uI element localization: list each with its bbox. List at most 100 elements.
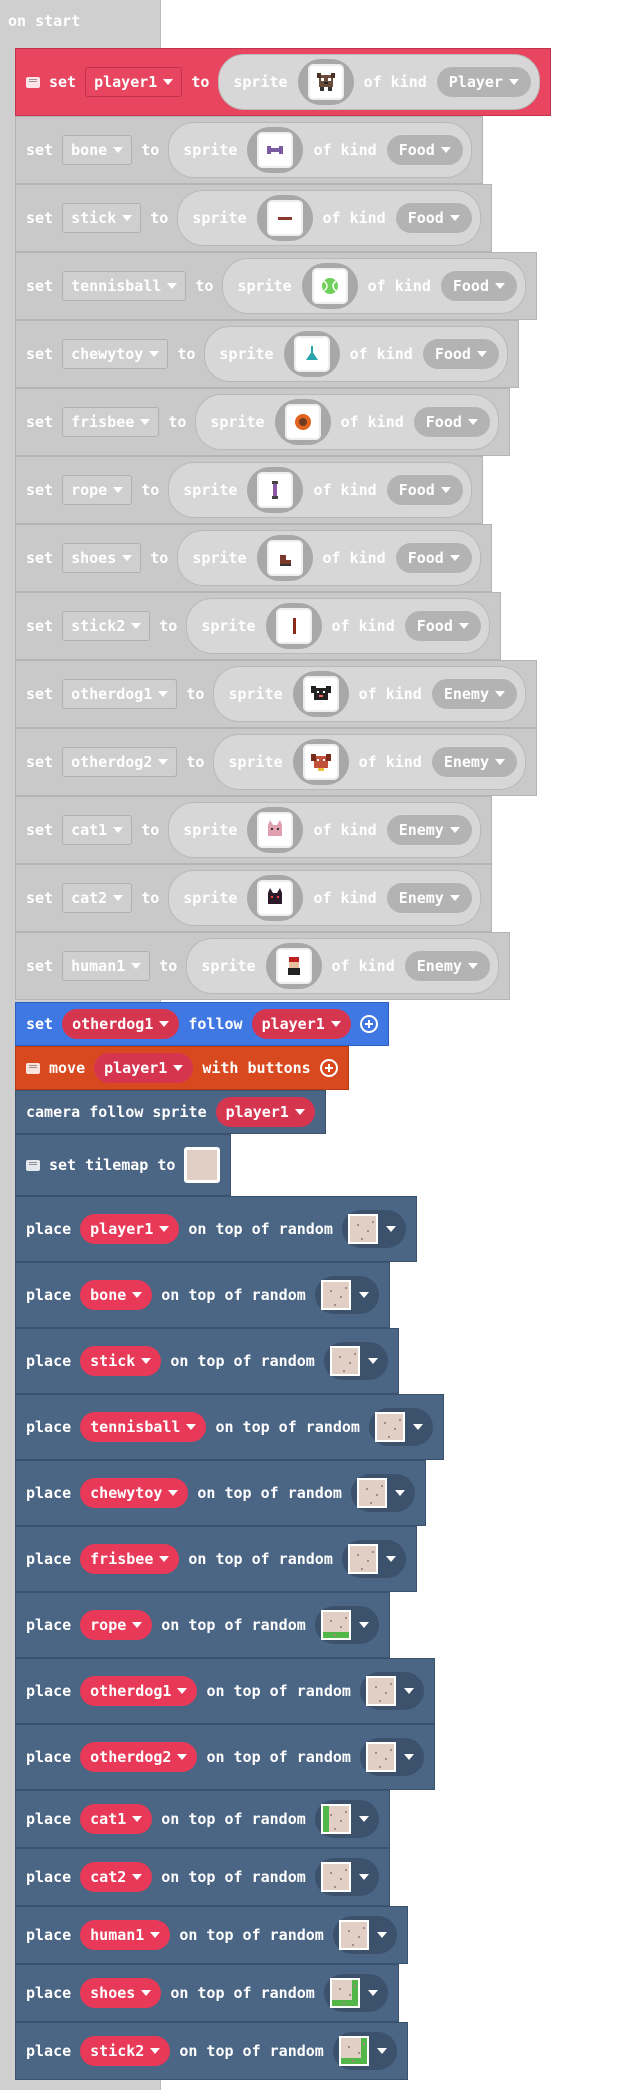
sprite-of-kind-pill[interactable]: sprite of kind Enemy <box>213 734 526 790</box>
comment-icon[interactable] <box>26 1159 40 1171</box>
variable-dropdown[interactable]: otherdog1 <box>62 1009 180 1039</box>
kind-dropdown[interactable]: Food <box>404 611 481 641</box>
place-block-stick[interactable]: place stick on top of random <box>15 1328 399 1394</box>
kind-dropdown[interactable]: Food <box>395 203 472 233</box>
place-block-chewytoy[interactable]: place chewytoy on top of random <box>15 1460 426 1526</box>
move-with-buttons-block[interactable]: move player1 with buttons <box>15 1046 349 1090</box>
set-sprite-block-cat2[interactable]: set cat2 to sprite of kind Enemy <box>15 864 492 932</box>
set-sprite-block-player1[interactable]: set player1 to sprite of kind Player <box>15 48 551 116</box>
sprite-image-well[interactable] <box>297 59 354 105</box>
place-block-shoes[interactable]: place shoes on top of random <box>15 1964 399 2022</box>
set-sprite-block-human1[interactable]: set human1 to sprite of kind Enemy <box>15 932 510 1000</box>
variable-dropdown[interactable]: stick <box>62 203 142 233</box>
tile-dropdown[interactable] <box>332 2032 397 2070</box>
kind-dropdown[interactable]: Enemy <box>386 815 472 845</box>
variable-dropdown[interactable]: rope <box>62 475 133 505</box>
sprite-image-well[interactable] <box>292 739 349 785</box>
variable-dropdown[interactable]: stick <box>80 1346 162 1376</box>
variable-dropdown[interactable]: chewytoy <box>80 1478 189 1508</box>
add-parameter-icon[interactable] <box>359 1015 378 1033</box>
tile-dropdown[interactable] <box>368 1408 433 1446</box>
tile-dropdown[interactable] <box>323 1342 388 1380</box>
kind-dropdown[interactable]: Food <box>386 135 463 165</box>
sprite-image-well[interactable] <box>247 807 304 853</box>
set-sprite-block-rope[interactable]: set rope to sprite of kind Food <box>15 456 483 524</box>
variable-dropdown[interactable]: stick2 <box>62 611 151 641</box>
set-sprite-block-shoes[interactable]: set shoes to sprite of kind Food <box>15 524 492 592</box>
sprite-image-well[interactable] <box>256 195 313 241</box>
follow-block[interactable]: set otherdog1 follow player1 <box>15 1002 389 1046</box>
variable-dropdown[interactable]: otherdog1 <box>80 1676 198 1706</box>
sprite-image-well[interactable] <box>274 399 331 445</box>
variable-dropdown[interactable]: player1 <box>85 67 183 97</box>
add-parameter-icon[interactable] <box>319 1059 338 1077</box>
set-sprite-block-stick2[interactable]: set stick2 to sprite of kind Food <box>15 592 501 660</box>
kind-dropdown[interactable]: Enemy <box>404 951 490 981</box>
sprite-of-kind-pill[interactable]: sprite of kind Enemy <box>168 870 481 926</box>
camera-follow-block[interactable]: camera follow sprite player1 <box>15 1090 326 1134</box>
variable-dropdown[interactable]: stick2 <box>80 2036 171 2066</box>
tile-dropdown[interactable] <box>341 1540 406 1578</box>
sprite-of-kind-pill[interactable]: sprite of kind Enemy <box>168 802 481 858</box>
sprite-of-kind-pill[interactable]: sprite of kind Food <box>204 326 508 382</box>
tile-dropdown[interactable] <box>314 1800 379 1838</box>
variable-dropdown[interactable]: otherdog2 <box>80 1742 198 1772</box>
place-block-human1[interactable]: place human1 on top of random <box>15 1906 408 1964</box>
tile-dropdown[interactable] <box>314 1858 379 1896</box>
place-block-otherdog1[interactable]: place otherdog1 on top of random <box>15 1658 435 1724</box>
sprite-image-well[interactable] <box>265 943 322 989</box>
set-sprite-block-bone[interactable]: set bone to sprite of kind Food <box>15 116 483 184</box>
tile-dropdown[interactable] <box>314 1276 379 1314</box>
sprite-of-kind-pill[interactable]: sprite of kind Food <box>222 258 526 314</box>
sprite-image-well[interactable] <box>301 263 358 309</box>
tilemap-thumbnail[interactable] <box>184 1147 221 1183</box>
variable-dropdown[interactable]: frisbee <box>80 1544 180 1574</box>
sprite-image-well[interactable] <box>256 535 313 581</box>
place-block-cat2[interactable]: place cat2 on top of random <box>15 1848 390 1906</box>
tile-dropdown[interactable] <box>323 1974 388 2012</box>
variable-dropdown[interactable]: tennisball <box>62 271 187 301</box>
sprite-of-kind-pill[interactable]: sprite of kind Enemy <box>186 938 499 994</box>
kind-dropdown[interactable]: Food <box>422 339 499 369</box>
sprite-image-well[interactable] <box>247 875 304 921</box>
place-block-cat1[interactable]: place cat1 on top of random <box>15 1790 390 1848</box>
sprite-of-kind-pill[interactable]: sprite of kind Player <box>218 54 540 110</box>
sprite-of-kind-pill[interactable]: sprite of kind Food <box>168 462 472 518</box>
variable-dropdown[interactable]: human1 <box>62 951 151 981</box>
variable-dropdown[interactable]: player1 <box>94 1053 194 1083</box>
variable-dropdown[interactable]: otherdog1 <box>62 679 178 709</box>
variable-dropdown[interactable]: otherdog2 <box>62 747 178 777</box>
variable-dropdown[interactable]: bone <box>80 1280 153 1310</box>
variable-dropdown[interactable]: human1 <box>80 1920 171 1950</box>
sprite-image-well[interactable] <box>265 603 322 649</box>
kind-dropdown[interactable]: Enemy <box>386 883 472 913</box>
tile-dropdown[interactable] <box>332 1916 397 1954</box>
set-sprite-block-otherdog2[interactable]: set otherdog2 to sprite of kind Enemy <box>15 728 537 796</box>
variable-dropdown[interactable]: shoes <box>62 543 142 573</box>
comment-icon[interactable] <box>26 1062 40 1074</box>
set-sprite-block-frisbee[interactable]: set frisbee to sprite of kind Food <box>15 388 510 456</box>
sprite-of-kind-pill[interactable]: sprite of kind Food <box>186 598 490 654</box>
sprite-image-well[interactable] <box>283 331 340 377</box>
place-block-frisbee[interactable]: place frisbee on top of random <box>15 1526 417 1592</box>
tile-dropdown[interactable] <box>359 1672 424 1710</box>
variable-dropdown[interactable]: chewytoy <box>62 339 169 369</box>
kind-dropdown[interactable]: Food <box>386 475 463 505</box>
comment-icon[interactable] <box>26 76 40 88</box>
place-block-stick2[interactable]: place stick2 on top of random <box>15 2022 408 2080</box>
variable-dropdown[interactable]: player1 <box>251 1009 351 1039</box>
sprite-of-kind-pill[interactable]: sprite of kind Food <box>195 394 499 450</box>
place-block-player1[interactable]: place player1 on top of random <box>15 1196 417 1262</box>
set-sprite-block-otherdog1[interactable]: set otherdog1 to sprite of kind Enemy <box>15 660 537 728</box>
set-sprite-block-chewytoy[interactable]: set chewytoy to sprite of kind Food <box>15 320 519 388</box>
place-block-bone[interactable]: place bone on top of random <box>15 1262 390 1328</box>
kind-dropdown[interactable]: Food <box>413 407 490 437</box>
sprite-image-well[interactable] <box>247 127 304 173</box>
kind-dropdown[interactable]: Player <box>436 67 531 97</box>
tile-dropdown[interactable] <box>341 1210 406 1248</box>
place-block-tennisball[interactable]: place tennisball on top of random <box>15 1394 444 1460</box>
set-sprite-block-cat1[interactable]: set cat1 to sprite of kind Enemy <box>15 796 492 864</box>
kind-dropdown[interactable]: Food <box>440 271 517 301</box>
place-block-otherdog2[interactable]: place otherdog2 on top of random <box>15 1724 435 1790</box>
variable-dropdown[interactable]: tennisball <box>80 1412 207 1442</box>
